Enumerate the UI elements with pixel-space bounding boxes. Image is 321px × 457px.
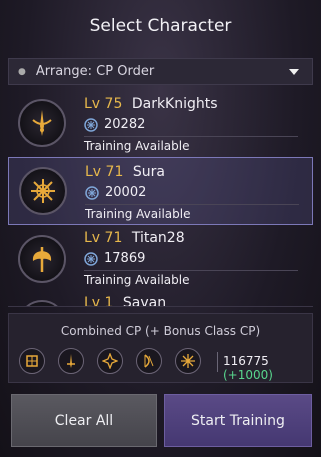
shield-class-icon bbox=[19, 348, 45, 374]
character-row[interactable]: Lv 75 DarkKnights 20282 Training Availab… bbox=[8, 90, 313, 157]
page-title: Select Character bbox=[89, 16, 232, 36]
level-prefix: Lv bbox=[84, 96, 101, 112]
divider bbox=[85, 204, 299, 205]
star-emblem-icon bbox=[19, 167, 67, 215]
combat-power-icon bbox=[84, 117, 98, 132]
axe-emblem-icon bbox=[18, 235, 66, 283]
sort-bullet-icon: ● bbox=[18, 66, 26, 77]
sword-class-icon bbox=[58, 348, 84, 374]
character-row[interactable]: Lv 71 Titan28 17869 Training Available bbox=[8, 225, 313, 293]
chevron-down-icon bbox=[289, 68, 299, 75]
level-prefix: Lv bbox=[84, 230, 101, 246]
training-status: Training Available bbox=[84, 273, 190, 287]
sword-emblem-icon bbox=[18, 99, 66, 147]
level-value: 75 bbox=[104, 96, 123, 112]
bow-class-icon bbox=[136, 348, 162, 374]
training-status: Training Available bbox=[84, 139, 190, 153]
start-training-button[interactable]: Start Training bbox=[164, 394, 312, 447]
character-name: Sura bbox=[132, 164, 165, 180]
character-row[interactable]: Lv 1 Savan bbox=[8, 292, 313, 307]
bonus-cp: (+1000) bbox=[223, 368, 273, 382]
combined-cp-title: Combined CP (+ Bonus Class CP) bbox=[60, 324, 261, 338]
starburst-class-icon bbox=[175, 348, 201, 374]
character-name: DarkKnights bbox=[131, 96, 218, 112]
sort-dropdown[interactable]: ● Arrange: CP Order bbox=[8, 58, 313, 85]
level-value: 1 bbox=[104, 295, 114, 307]
emblem-icon bbox=[18, 300, 66, 306]
cp-value: 17869 bbox=[104, 251, 146, 266]
divider bbox=[84, 270, 298, 271]
character-list[interactable]: Lv 75 DarkKnights 20282 Training Availab… bbox=[8, 90, 313, 307]
character-name: Savan bbox=[122, 295, 167, 307]
sort-label: Arrange: CP Order bbox=[35, 64, 155, 79]
combat-power-icon bbox=[84, 251, 98, 266]
divider bbox=[84, 136, 298, 137]
level-value: 71 bbox=[105, 164, 124, 180]
cp-value: 20282 bbox=[104, 117, 146, 132]
level-prefix: Lv bbox=[85, 164, 102, 180]
combat-power-icon bbox=[85, 185, 99, 200]
cp-value: 20002 bbox=[105, 185, 147, 200]
combined-cp-panel: Combined CP (+ Bonus Class CP) 116775 (+… bbox=[8, 313, 313, 383]
training-status: Training Available bbox=[85, 207, 191, 221]
level-value: 71 bbox=[104, 230, 123, 246]
clear-all-button[interactable]: Clear All bbox=[11, 394, 157, 447]
character-row[interactable]: Lv 71 Sura 20002 Training Available bbox=[8, 157, 313, 225]
divider bbox=[217, 352, 218, 372]
level-prefix: Lv bbox=[84, 295, 101, 307]
star-class-icon bbox=[97, 348, 123, 374]
combined-cp-total: 116775 bbox=[223, 354, 269, 368]
character-name: Titan28 bbox=[131, 230, 185, 246]
